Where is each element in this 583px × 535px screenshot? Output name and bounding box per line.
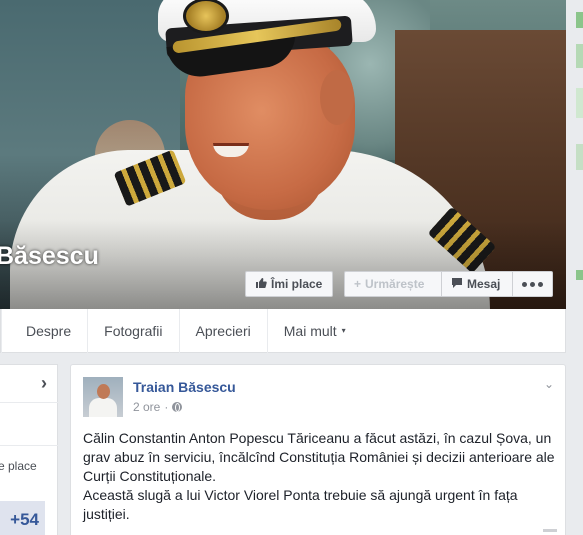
chevron-right-icon[interactable]: › [41,373,47,394]
post-options-chevron-icon[interactable]: ⌄ [544,377,554,391]
post-paragraph: Călin Constantin Anton Popescu Tăriceanu… [83,430,555,484]
globe-icon[interactable] [172,402,183,412]
tab-fotografii-label: Fotografii [104,322,163,339]
follow-button[interactable]: + Urmărește [344,271,442,297]
post-card: Traian Băsescu 2 ore · ⌄ Călin Constanti… [70,364,566,535]
avatar[interactable] [83,377,123,417]
divider [0,445,58,446]
tab-fotografii[interactable]: Fotografii [88,308,180,353]
more-options-button[interactable] [512,271,553,297]
tab-aprecieri[interactable]: Aprecieri [180,308,268,353]
thumbs-up-icon [255,277,267,291]
post-paragraph: Această slugă a lui Victor Viorel Ponta … [83,487,518,522]
left-info-card: › e place +54 [0,364,58,535]
tab-mai-mult[interactable]: Mai mult ▾ [268,309,362,353]
tab-mai-mult-label: Mai mult [283,322,337,339]
more-dots-icon [522,281,543,287]
tab-despre[interactable]: Despre [1,308,89,353]
caret-down-icon: ▾ [341,326,346,335]
post-meta: 2 ore · [133,400,183,414]
follow-label: Urmărește [365,277,425,291]
plus-icon: + [354,277,362,291]
place-text: e place [0,459,37,473]
post-body: Călin Constantin Anton Popescu Tăriceanu… [83,429,557,532]
page-name[interactable]: Băsescu [0,242,99,271]
photo-count-tile[interactable]: +54 [0,501,45,535]
meta-separator: · [164,400,169,414]
message-button[interactable]: Mesaj [441,271,513,297]
tab-aprecieri-label: Aprecieri [195,322,251,339]
message-bubble-icon [451,277,463,291]
tab-despre-label: Despre [26,322,72,339]
post-author-link[interactable]: Traian Băsescu [133,379,236,395]
message-label: Mesaj [467,277,501,291]
like-page-label: Îmi place [271,277,323,291]
divider [0,402,58,403]
right-sidebar-edge [566,0,583,535]
like-page-button[interactable]: Îmi place [245,271,333,297]
page-nav-bar: Despre Fotografii Aprecieri Mai mult ▾ [0,308,566,353]
post-timestamp[interactable]: 2 ore [133,400,160,414]
post-footer-edge [543,529,557,532]
